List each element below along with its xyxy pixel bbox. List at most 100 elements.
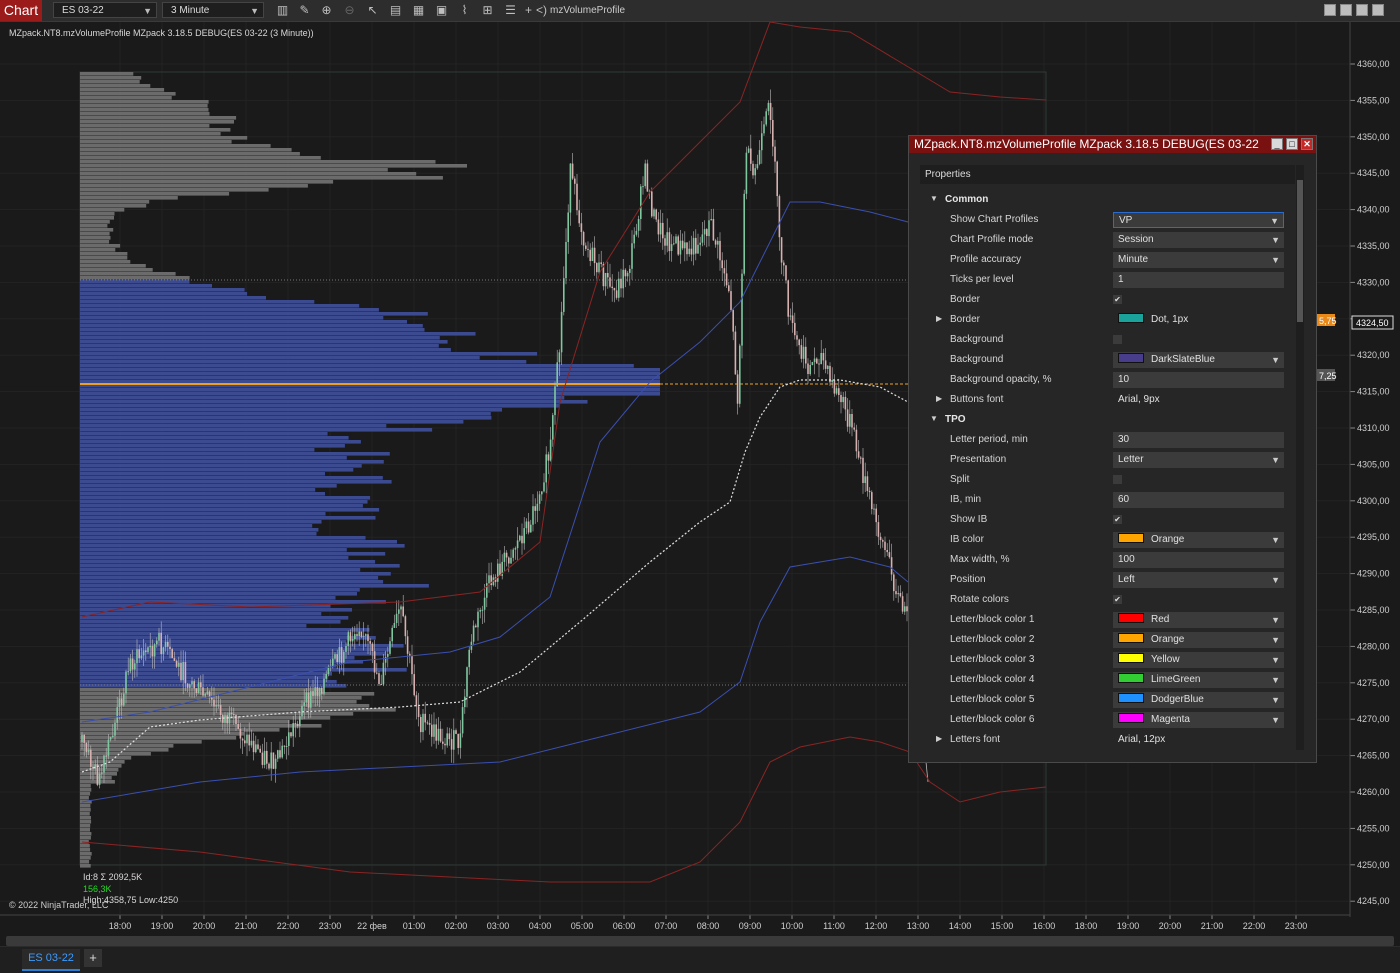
property-row[interactable]: Background DarkSlateBlue ▼: [920, 350, 1295, 370]
interval-selector[interactable]: 3 Minute ▼: [162, 2, 264, 18]
time-label: 05:00: [571, 921, 594, 931]
property-dropdown[interactable]: Yellow ▼: [1113, 652, 1284, 668]
window-close-button[interactable]: [1372, 4, 1384, 16]
add-tab-button[interactable]: +: [84, 949, 102, 967]
candle-body: [365, 634, 367, 636]
price-label: 4295,00: [1357, 532, 1390, 542]
property-dropdown[interactable]: LimeGreen ▼: [1113, 672, 1284, 688]
property-row[interactable]: Letter/block color 4 LimeGreen ▼: [920, 670, 1295, 690]
window-maximize-button[interactable]: [1356, 4, 1368, 16]
tab-es-03-22[interactable]: ES 03-22: [22, 949, 80, 971]
candle-body: [235, 714, 237, 724]
property-input[interactable]: 10: [1113, 372, 1284, 388]
property-value[interactable]: Arial, 9px: [1113, 392, 1284, 408]
section-common[interactable]: ▼ Common: [920, 190, 1295, 210]
instrument-selector[interactable]: ES 03-22 ▼: [53, 2, 157, 18]
candle-body: [527, 521, 530, 533]
properties-scrollbar-thumb[interactable]: [1297, 180, 1303, 322]
property-dropdown[interactable]: Red ▼: [1113, 612, 1284, 628]
candle-body: [710, 219, 712, 221]
property-row[interactable]: Border ✔: [920, 290, 1295, 310]
property-row[interactable]: Presentation Letter ▼: [920, 450, 1295, 470]
candle-body: [840, 395, 842, 403]
property-dropdown[interactable]: DarkSlateBlue ▼: [1113, 352, 1284, 368]
property-row[interactable]: Letter/block color 5 DodgerBlue ▼: [920, 690, 1295, 710]
collapse-icon[interactable]: ▼: [930, 194, 938, 203]
property-row[interactable]: Max width, % 100: [920, 550, 1295, 570]
property-row[interactable]: Show Chart Profiles VP ▼: [920, 210, 1295, 230]
property-row[interactable]: Letter period, min 30: [920, 430, 1295, 450]
property-dropdown[interactable]: DodgerBlue ▼: [1113, 692, 1284, 708]
property-row[interactable]: ▶ Border Dot, 1px: [920, 310, 1295, 330]
candle-body: [200, 682, 202, 688]
properties-title-bar[interactable]: MZpack.NT8.mzVolumeProfile MZpack 3.18.5…: [909, 136, 1316, 153]
property-dropdown[interactable]: Orange ▼: [1113, 632, 1284, 648]
property-row[interactable]: Split: [920, 470, 1295, 490]
code-icon[interactable]: <): [534, 3, 549, 18]
profile-bar: [80, 568, 361, 572]
minimize-icon[interactable]: _: [1271, 138, 1283, 150]
property-row[interactable]: Letter/block color 3 Yellow ▼: [920, 650, 1295, 670]
candle-body: [488, 575, 490, 584]
property-checkbox[interactable]: ✔: [1113, 295, 1122, 304]
property-row[interactable]: Letter/block color 1 Red ▼: [920, 610, 1295, 630]
property-dropdown[interactable]: Session ▼: [1113, 232, 1284, 248]
property-dropdown[interactable]: Orange ▼: [1113, 532, 1284, 548]
property-row[interactable]: ▶ Buttons font Arial, 9px: [920, 390, 1295, 410]
window-minimize-button[interactable]: [1340, 4, 1352, 16]
property-row[interactable]: IB color Orange ▼: [920, 530, 1295, 550]
pointer-icon[interactable]: ↖: [365, 3, 380, 18]
property-input[interactable]: 60: [1113, 492, 1284, 508]
properties-scrollbar[interactable]: [1296, 165, 1304, 750]
property-checkbox[interactable]: [1113, 335, 1122, 344]
section-tpo[interactable]: ▼ TPO: [920, 410, 1295, 430]
property-input[interactable]: 100: [1113, 552, 1284, 568]
profile-bar: [80, 292, 248, 296]
close-icon[interactable]: ✕: [1301, 138, 1313, 150]
property-dropdown[interactable]: Minute ▼: [1113, 252, 1284, 268]
property-checkbox[interactable]: [1113, 475, 1122, 484]
property-row[interactable]: Chart Profile mode Session ▼: [920, 230, 1295, 250]
property-row[interactable]: Ticks per level 1: [920, 270, 1295, 290]
strategy-icon[interactable]: ▣: [434, 3, 449, 18]
property-checkbox[interactable]: ✔: [1113, 595, 1122, 604]
expand-icon[interactable]: ▶: [936, 314, 942, 323]
indicators-icon[interactable]: ⌇: [457, 3, 472, 18]
expand-icon[interactable]: ▶: [936, 734, 942, 743]
collapse-icon[interactable]: ▼: [930, 414, 938, 423]
property-checkbox[interactable]: ✔: [1113, 515, 1122, 524]
property-row[interactable]: Letter/block color 6 Magenta ▼: [920, 710, 1295, 730]
property-value[interactable]: Dot, 1px: [1113, 312, 1284, 328]
window-tile-button[interactable]: [1324, 4, 1336, 16]
property-row[interactable]: ▶ Letters font Arial, 12px: [920, 730, 1295, 750]
price-label: 4255,00: [1357, 823, 1390, 833]
property-row[interactable]: Background opacity, % 10: [920, 370, 1295, 390]
zoom-in-icon[interactable]: ⊕: [319, 3, 334, 18]
property-dropdown[interactable]: Magenta ▼: [1113, 712, 1284, 728]
bars-icon[interactable]: ▥: [275, 3, 290, 18]
property-value[interactable]: Arial, 12px: [1113, 732, 1284, 748]
candle-body: [380, 684, 382, 686]
property-row[interactable]: Position Left ▼: [920, 570, 1295, 590]
zoom-out-icon[interactable]: ⊖: [342, 3, 357, 18]
expand-icon[interactable]: ▶: [936, 394, 942, 403]
draw-pen-icon[interactable]: ✎: [297, 3, 312, 18]
chart-horizontal-scrollbar[interactable]: [6, 936, 1394, 946]
property-input[interactable]: 30: [1113, 432, 1284, 448]
properties-icon[interactable]: ▤: [388, 3, 403, 18]
property-dropdown[interactable]: Left ▼: [1113, 572, 1284, 588]
property-row[interactable]: Letter/block color 2 Orange ▼: [920, 630, 1295, 650]
property-dropdown[interactable]: VP ▼: [1113, 212, 1284, 228]
property-row[interactable]: Rotate colors ✔: [920, 590, 1295, 610]
list-icon[interactable]: ☰: [503, 3, 518, 18]
property-input[interactable]: 1: [1113, 272, 1284, 288]
chart-title-tab[interactable]: Chart: [0, 0, 42, 21]
property-row[interactable]: Profile accuracy Minute ▼: [920, 250, 1295, 270]
data-box-icon[interactable]: ⊞: [480, 3, 495, 18]
property-row[interactable]: Background: [920, 330, 1295, 350]
property-row[interactable]: IB, min 60: [920, 490, 1295, 510]
property-row[interactable]: Show IB ✔: [920, 510, 1295, 530]
templates-icon[interactable]: ▦: [411, 3, 426, 18]
property-dropdown[interactable]: Letter ▼: [1113, 452, 1284, 468]
maximize-icon[interactable]: □: [1286, 138, 1298, 150]
